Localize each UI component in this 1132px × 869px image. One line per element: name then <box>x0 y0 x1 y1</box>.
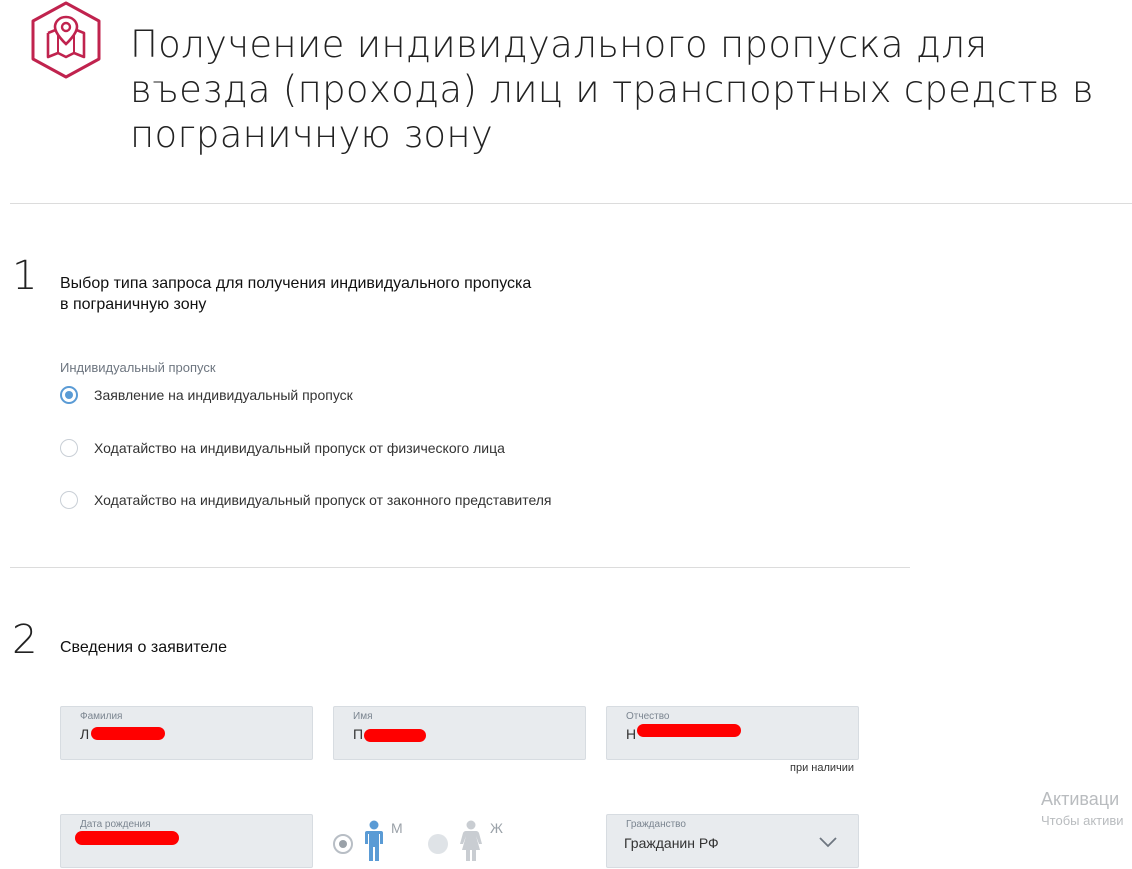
citizenship-label: Гражданство <box>626 819 686 830</box>
radio-option-label: Ходатайство на индивидуальный пропуск от… <box>94 440 505 456</box>
radio-option-individual-petition[interactable]: Ходатайство на индивидуальный пропуск от… <box>60 439 505 457</box>
step-1-title: Выбор типа запроса для получения индивид… <box>60 275 532 313</box>
radio-button[interactable] <box>60 491 78 509</box>
name-value: П <box>353 726 364 742</box>
redaction-mark <box>637 724 741 737</box>
gender-male-option[interactable]: М <box>333 820 403 867</box>
surname-label: Фамилия <box>80 711 123 722</box>
radio-button[interactable] <box>60 439 78 457</box>
activation-watermark-subtitle: Чтобы активи <box>1041 813 1124 828</box>
gender-male-radio[interactable] <box>333 833 353 854</box>
patronymic-value: Н <box>626 726 637 742</box>
patronymic-hint: при наличии <box>790 762 855 774</box>
radio-option-application[interactable]: Заявление на индивидуальный пропуск <box>60 386 353 404</box>
citizenship-value: Гражданин РФ <box>624 835 719 851</box>
gender-female-option[interactable]: Ж <box>428 820 503 867</box>
gender-female-label: Ж <box>490 820 503 836</box>
redaction-mark <box>91 727 165 740</box>
radio-option-label: Ходатайство на индивидуальный пропуск от… <box>94 492 552 508</box>
birthdate-label: Дата рождения <box>80 819 151 830</box>
patronymic-label: Отчество <box>626 711 670 722</box>
redaction-mark <box>364 729 426 742</box>
activation-watermark-title: Активаци <box>1041 789 1120 809</box>
radio-option-label: Заявление на индивидуальный пропуск <box>94 387 353 403</box>
radio-option-representative-petition[interactable]: Ходатайство на индивидуальный пропуск от… <box>60 491 552 509</box>
pass-type-group-label: Индивидуальный пропуск <box>60 360 216 375</box>
step-2-number: 2 <box>12 617 38 663</box>
surname-field[interactable]: Фамилия Л <box>60 706 313 760</box>
step-2-title: Сведения о заявителе <box>60 639 227 656</box>
female-person-icon <box>458 820 484 867</box>
radio-button-checked[interactable] <box>60 386 78 404</box>
male-person-icon <box>361 820 387 867</box>
step-1-number: 1 <box>12 253 38 299</box>
header-divider <box>10 203 1132 204</box>
chevron-down-icon <box>818 835 838 853</box>
map-pin-icon <box>28 0 104 80</box>
patronymic-field[interactable]: Отчество Н <box>606 706 859 760</box>
citizenship-select[interactable]: Гражданство Гражданин РФ <box>606 814 859 868</box>
surname-value: Л <box>80 726 90 742</box>
name-label: Имя <box>353 711 373 722</box>
gender-male-label: М <box>391 820 403 836</box>
step-divider <box>10 567 910 568</box>
redaction-mark <box>75 831 179 845</box>
gender-female-radio[interactable] <box>428 833 448 854</box>
page-title: Получение индивидуального пропуска для в… <box>130 23 1094 156</box>
name-field[interactable]: Имя П <box>333 706 586 760</box>
birthdate-field[interactable]: Дата рождения <box>60 814 313 868</box>
